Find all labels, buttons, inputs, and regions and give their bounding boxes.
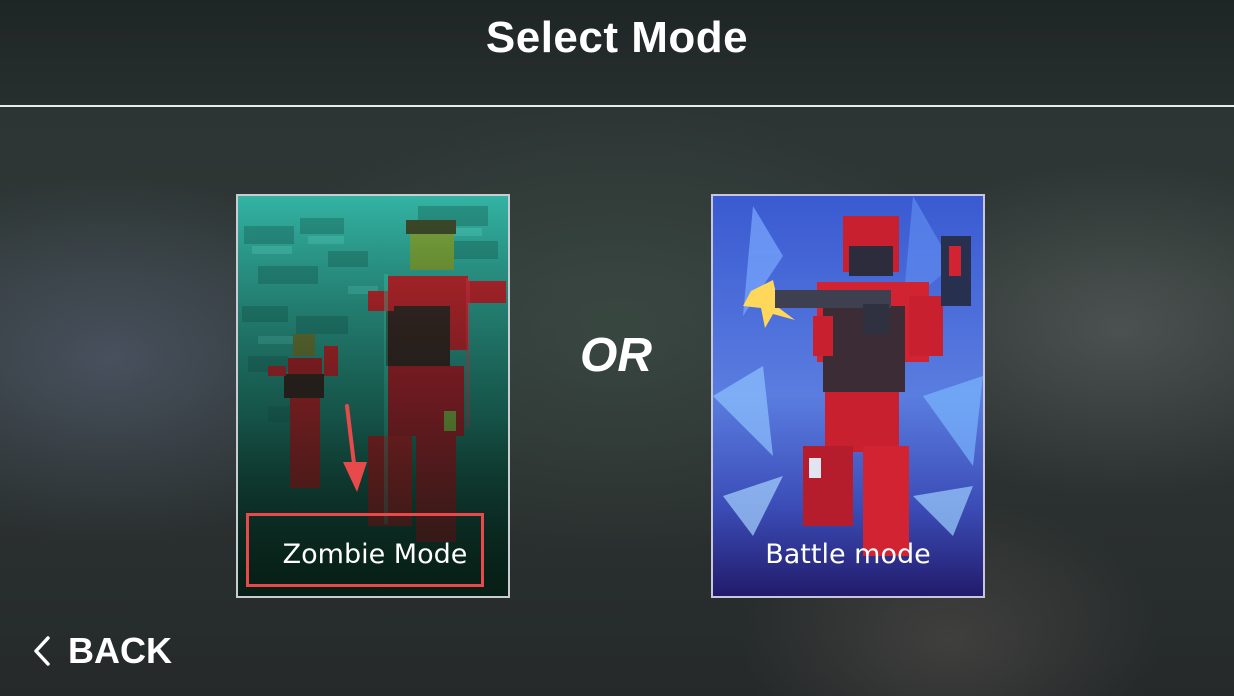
- zombie-mode-card[interactable]: Zombie Mode: [236, 194, 510, 598]
- title-bar: Select Mode: [0, 0, 1234, 105]
- back-button[interactable]: BACK: [30, 625, 172, 677]
- battle-mode-art: [713, 196, 983, 596]
- battle-mode-card[interactable]: Battle mode: [711, 194, 985, 598]
- page-title: Select Mode: [485, 13, 749, 62]
- battle-mode-label: Battle mode: [765, 539, 931, 570]
- title-divider: [0, 105, 1234, 107]
- chevron-left-icon: [34, 636, 50, 666]
- or-separator: OR: [580, 329, 652, 382]
- zombie-mode-label: Zombie Mode: [282, 539, 468, 570]
- zombie-mode-art: [238, 196, 508, 596]
- back-label: BACK: [68, 630, 172, 671]
